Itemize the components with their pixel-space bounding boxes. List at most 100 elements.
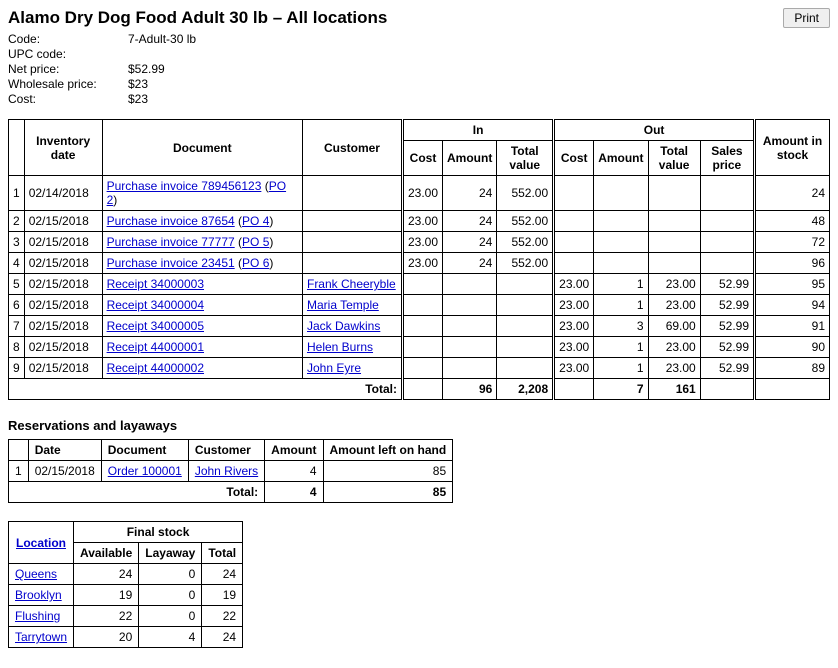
in-total: 552.00 <box>497 176 554 211</box>
out-cost: 23.00 <box>554 358 594 379</box>
sales-price: 52.99 <box>700 316 754 337</box>
code-value: 7-Adult-30 lb <box>128 32 196 47</box>
netprice-label: Net price: <box>8 62 128 77</box>
table-row: Flushing22022 <box>9 606 243 627</box>
table-row: 502/15/2018Receipt 34000003Frank Cheeryb… <box>9 274 830 295</box>
table-row: 402/15/2018Purchase invoice 23451 (PO 6)… <box>9 253 830 274</box>
res-total-amount: 4 <box>265 482 323 503</box>
customer-cell: Helen Burns <box>302 337 402 358</box>
amount-in-stock: 95 <box>755 274 830 295</box>
document-link[interactable]: Purchase invoice 23451 <box>107 256 235 270</box>
col-res-customer: Customer <box>188 440 264 461</box>
table-row: 802/15/2018Receipt 44000001Helen Burns23… <box>9 337 830 358</box>
out-total: 23.00 <box>648 274 700 295</box>
sales-price: 52.99 <box>700 295 754 316</box>
row-num: 8 <box>9 337 25 358</box>
in-total <box>497 274 554 295</box>
col-in-cost: Cost <box>402 141 442 176</box>
document-link[interactable]: Receipt 44000001 <box>107 340 204 354</box>
in-total <box>497 337 554 358</box>
location-link[interactable]: Tarrytown <box>15 630 67 644</box>
document-link[interactable]: Receipt 34000004 <box>107 298 204 312</box>
customer-link[interactable]: Jack Dawkins <box>307 319 380 333</box>
col-amount-in-stock: Amount in stock <box>755 120 830 176</box>
final-layaway: 4 <box>139 627 202 648</box>
customer-cell <box>302 253 402 274</box>
document-link[interactable]: Purchase invoice 77777 <box>107 235 235 249</box>
col-res-date: Date <box>28 440 101 461</box>
in-cost: 23.00 <box>402 232 442 253</box>
table-row: Tarrytown 20424 <box>9 627 243 648</box>
final-available: 20 <box>74 627 139 648</box>
res-date: 02/15/2018 <box>28 461 101 482</box>
location-cell: Tarrytown <box>9 627 74 648</box>
in-total: 552.00 <box>497 253 554 274</box>
out-total <box>648 253 700 274</box>
col-res-leftonhand: Amount left on hand <box>323 440 453 461</box>
document-link[interactable]: Receipt 34000003 <box>107 277 204 291</box>
document-link[interactable]: Receipt 34000005 <box>107 319 204 333</box>
res-document-link[interactable]: Order 100001 <box>108 464 182 478</box>
document-link[interactable]: Purchase invoice 87654 <box>107 214 235 228</box>
document-link[interactable]: Receipt 44000002 <box>107 361 204 375</box>
out-amount <box>594 232 648 253</box>
col-res-rownum <box>9 440 29 461</box>
total-out-cost <box>554 379 594 400</box>
in-total <box>497 295 554 316</box>
inventory-date: 02/15/2018 <box>24 295 102 316</box>
document-cell: Receipt 34000003 <box>102 274 302 295</box>
in-amount: 24 <box>443 232 497 253</box>
table-row: Queens24024 <box>9 564 243 585</box>
print-button[interactable]: Print <box>783 8 830 28</box>
customer-cell: Jack Dawkins <box>302 316 402 337</box>
res-amount: 4 <box>265 461 323 482</box>
col-out-cost: Cost <box>554 141 594 176</box>
col-out-amount: Amount <box>594 141 648 176</box>
out-total <box>648 211 700 232</box>
customer-link[interactable]: Helen Burns <box>307 340 373 354</box>
table-row: 302/15/2018Purchase invoice 77777 (PO 5)… <box>9 232 830 253</box>
po-link[interactable]: PO 6 <box>242 256 269 270</box>
location-link[interactable]: Flushing <box>15 609 60 623</box>
document-cell: Purchase invoice 789456123 (PO 2) <box>102 176 302 211</box>
document-link[interactable]: Purchase invoice 789456123 <box>107 179 262 193</box>
final-total: 24 <box>202 627 243 648</box>
col-salesprice: Sales price <box>700 141 754 176</box>
document-cell: Receipt 34000005 <box>102 316 302 337</box>
res-customer-link[interactable]: John Rivers <box>195 464 258 478</box>
in-cost <box>402 295 442 316</box>
in-cost <box>402 358 442 379</box>
in-cost: 23.00 <box>402 253 442 274</box>
document-cell: Purchase invoice 23451 (PO 6) <box>102 253 302 274</box>
wholesale-value: $23 <box>128 77 148 92</box>
in-amount: 24 <box>443 253 497 274</box>
upc-label: UPC code: <box>8 47 128 62</box>
location-link[interactable]: Queens <box>15 567 57 581</box>
po-link[interactable]: PO 4 <box>242 214 269 228</box>
amount-in-stock: 96 <box>755 253 830 274</box>
document-cell: Receipt 34000004 <box>102 295 302 316</box>
customer-link[interactable]: Maria Temple <box>307 298 379 312</box>
total-out-value: 161 <box>648 379 700 400</box>
customer-cell <box>302 232 402 253</box>
amount-in-stock: 24 <box>755 176 830 211</box>
customer-cell <box>302 211 402 232</box>
out-amount: 1 <box>594 337 648 358</box>
po-link[interactable]: PO 5 <box>242 235 269 249</box>
col-res-amount: Amount <box>265 440 323 461</box>
customer-link[interactable]: Frank Cheeryble <box>307 277 396 291</box>
customer-link[interactable]: John Eyre <box>307 361 361 375</box>
final-available: 22 <box>74 606 139 627</box>
document-cell: Purchase invoice 77777 (PO 5) <box>102 232 302 253</box>
in-amount: 24 <box>443 176 497 211</box>
out-cost: 23.00 <box>554 316 594 337</box>
table-row: 902/15/2018Receipt 44000002John Eyre23.0… <box>9 358 830 379</box>
col-location[interactable]: Location <box>16 536 66 550</box>
final-layaway: 0 <box>139 606 202 627</box>
in-amount <box>443 337 497 358</box>
col-inventory-date: Inventory date <box>24 120 102 176</box>
location-link[interactable]: Brooklyn <box>15 588 62 602</box>
out-total <box>648 232 700 253</box>
row-num: 9 <box>9 358 25 379</box>
page-title: Alamo Dry Dog Food Adult 30 lb – All loc… <box>8 8 387 28</box>
